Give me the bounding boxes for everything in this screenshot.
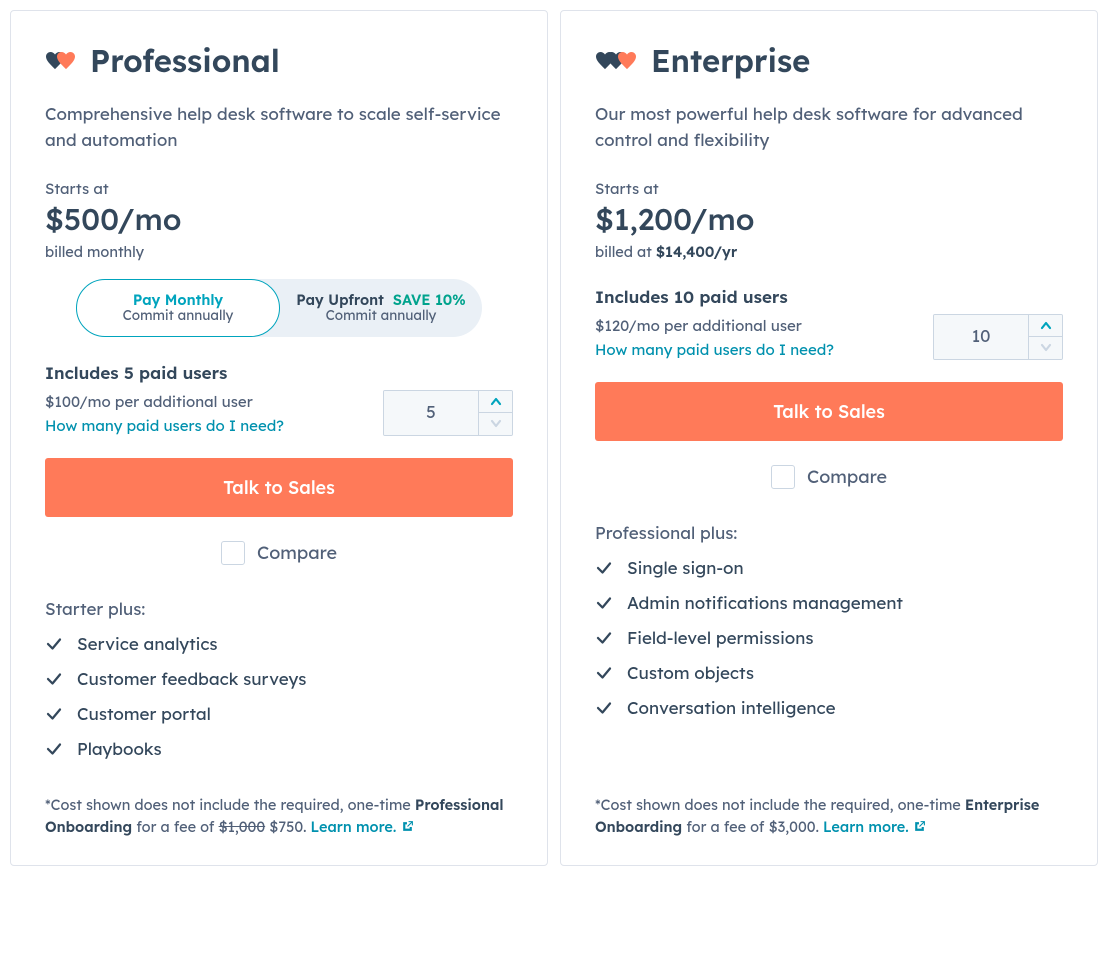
stepper-up-button[interactable] — [479, 391, 512, 413]
compare-label: Compare — [257, 541, 337, 564]
feature-item: Conversation intelligence — [595, 698, 1063, 719]
pay-upfront-option[interactable]: Pay Upfront SAVE 10%Commit annually — [280, 279, 482, 337]
stepper-up-button[interactable] — [1029, 315, 1062, 337]
plan-price: $1,200/mo — [595, 200, 1063, 238]
feature-item: Field-level permissions — [595, 628, 1063, 649]
feature-item: Customer portal — [45, 704, 513, 725]
starts-at-label: Starts at — [595, 179, 1063, 198]
feature-item: Admin notifications management — [595, 593, 1063, 614]
stepper-down-button[interactable] — [479, 412, 512, 435]
checkmark-icon — [595, 594, 613, 612]
user-count-stepper: 5 — [383, 390, 513, 436]
how-many-users-link[interactable]: How many paid users do I need? — [45, 414, 284, 438]
checkmark-icon — [45, 670, 63, 688]
compare-checkbox[interactable] — [771, 465, 795, 489]
checkmark-icon — [595, 559, 613, 577]
how-many-users-link[interactable]: How many paid users do I need? — [595, 338, 834, 362]
plan-description: Our most powerful help desk software for… — [595, 102, 1063, 155]
feature-item: Playbooks — [45, 739, 513, 760]
checkmark-icon — [595, 664, 613, 682]
checkmark-icon — [45, 705, 63, 723]
learn-more-link[interactable]: Learn more. — [823, 817, 926, 836]
starts-at-label: Starts at — [45, 179, 513, 198]
onboarding-footnote: *Cost shown does not include the require… — [45, 774, 513, 839]
plan-description: Comprehensive help desk software to scal… — [45, 102, 513, 155]
learn-more-link[interactable]: Learn more. — [311, 817, 414, 836]
features-heading: Professional plus: — [595, 523, 1063, 544]
onboarding-footnote: *Cost shown does not include the require… — [595, 774, 1063, 839]
talk-to-sales-button[interactable]: Talk to Sales — [45, 458, 513, 517]
billed-text: billed at $14,400/yr — [595, 242, 1063, 261]
talk-to-sales-button[interactable]: Talk to Sales — [595, 382, 1063, 441]
feature-item: Service analytics — [45, 634, 513, 655]
billing-toggle: Pay MonthlyCommit annuallyPay Upfront SA… — [76, 279, 482, 337]
pricing-card: Enterprise Our most powerful help desk so… — [560, 10, 1098, 866]
plan-price: $500/mo — [45, 200, 513, 238]
per-user-price: $120/mo per additional user — [595, 314, 834, 338]
per-user-price: $100/mo per additional user — [45, 390, 284, 414]
external-link-icon — [913, 817, 926, 836]
feature-item: Customer feedback surveys — [45, 669, 513, 690]
pricing-card: Professional Comprehensive help desk soft… — [10, 10, 548, 866]
features-heading: Starter plus: — [45, 599, 513, 620]
user-count-stepper: 10 — [933, 314, 1063, 360]
stepper-down-button[interactable] — [1029, 336, 1062, 359]
plan-title: Enterprise — [651, 41, 810, 80]
compare-label: Compare — [807, 465, 887, 488]
pay-monthly-option[interactable]: Pay MonthlyCommit annually — [76, 279, 280, 337]
feature-item: Custom objects — [595, 663, 1063, 684]
checkmark-icon — [45, 635, 63, 653]
external-link-icon — [401, 817, 414, 836]
tier-hearts-icon — [45, 52, 76, 70]
checkmark-icon — [45, 740, 63, 758]
checkmark-icon — [595, 629, 613, 647]
plan-title: Professional — [90, 41, 280, 80]
billed-text: billed monthly — [45, 242, 513, 261]
feature-item: Single sign-on — [595, 558, 1063, 579]
stepper-value: 5 — [384, 391, 478, 435]
tier-hearts-icon — [595, 52, 637, 70]
compare-checkbox[interactable] — [221, 541, 245, 565]
checkmark-icon — [595, 699, 613, 717]
includes-users: Includes 5 paid users — [45, 363, 513, 384]
stepper-value: 10 — [934, 315, 1028, 359]
includes-users: Includes 10 paid users — [595, 287, 1063, 308]
